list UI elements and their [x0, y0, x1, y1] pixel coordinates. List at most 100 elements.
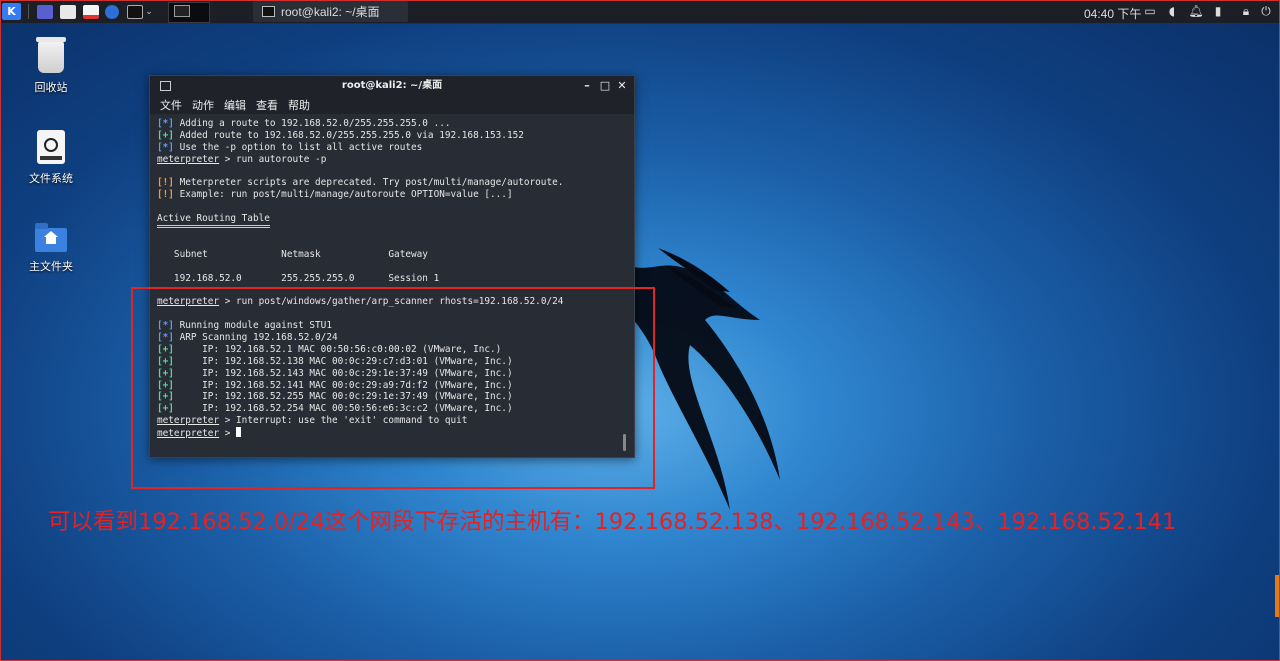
- terminal-launcher-icon[interactable]: [127, 3, 143, 20]
- desktop-icon-trash[interactable]: 回收站: [11, 37, 91, 95]
- terminal-titlebar[interactable]: root@kali2: ~/桌面 – □ ✕: [150, 76, 634, 96]
- line-text: ARP Scanning 192.168.52.0/24: [173, 332, 338, 344]
- desktop-icon-label: 主文件夹: [29, 260, 73, 273]
- terminal-line: [!] Example: run post/multi/manage/autor…: [157, 189, 634, 201]
- clock[interactable]: 04:40 下午: [1084, 5, 1141, 22]
- display-icon[interactable]: ▭: [1142, 3, 1158, 19]
- status-prefix: [+]: [157, 355, 174, 367]
- terminal-line: [+] Added route to 192.168.52.0/255.255.…: [157, 130, 634, 142]
- status-prefix: [+]: [157, 391, 174, 403]
- status-prefix: [!]: [157, 189, 174, 201]
- prompt: meterpreter: [157, 153, 220, 165]
- close-button[interactable]: ✕: [615, 76, 629, 96]
- terminal-scrollbar[interactable]: [623, 434, 626, 451]
- power-icon[interactable]: ⏻: [1258, 3, 1274, 19]
- desktop-icon-label: 回收站: [34, 81, 68, 94]
- web-browser-icon[interactable]: [105, 3, 119, 20]
- home-folder-icon: [35, 223, 67, 252]
- status-prefix: [*]: [157, 320, 174, 332]
- status-prefix: [*]: [157, 141, 174, 153]
- chevron-down-icon[interactable]: ⌄: [144, 3, 154, 20]
- menu-edit[interactable]: 编辑: [224, 97, 246, 113]
- line-text: > run autoroute -p: [219, 153, 327, 165]
- routing-table-heading: Active Routing Table: [157, 213, 270, 229]
- menu-action[interactable]: 动作: [192, 97, 214, 113]
- status-prefix: [*]: [157, 118, 174, 129]
- terminal-line: meterpreter > run autoroute -p: [157, 154, 634, 166]
- file-manager-icon[interactable]: [60, 3, 76, 20]
- terminal-line: Subnet Netmask Gateway: [157, 249, 634, 261]
- line-text: > Interrupt: use the 'exit' command to q…: [219, 415, 468, 427]
- taskbar: K ⌄ root@kali2: ~/桌面 04:40 下午 ▭ ◖ 🔔︎ ▮ 🔒…: [0, 0, 1280, 24]
- status-prefix: [+]: [157, 343, 174, 355]
- terminal-line: [+] IP: 192.168.52.1 MAC 00:50:56:c0:00:…: [157, 344, 634, 356]
- terminal-line: [+] IP: 192.168.52.254 MAC 00:50:56:e6:3…: [157, 403, 634, 415]
- lock-icon[interactable]: 🔒︎: [1238, 3, 1254, 19]
- line-text: IP: 192.168.52.143 MAC 00:0c:29:1e:37:49…: [173, 367, 513, 379]
- terminal-line: [+] IP: 192.168.52.138 MAC 00:0c:29:c7:d…: [157, 356, 634, 368]
- terminal-line: [+] IP: 192.168.52.255 MAC 00:0c:29:1e:3…: [157, 391, 634, 403]
- line-text: IP: 192.168.52.1 MAC 00:50:56:c0:00:02 (…: [173, 343, 502, 355]
- prompt: meterpreter: [157, 415, 220, 427]
- show-desktop-icon[interactable]: [37, 3, 53, 20]
- menu-help[interactable]: 帮助: [288, 97, 310, 113]
- minimize-button[interactable]: –: [580, 76, 594, 96]
- line-text: IP: 192.168.52.141 MAC 00:0c:29:a9:7d:f2…: [173, 379, 513, 391]
- menu-file[interactable]: 文件: [160, 97, 182, 113]
- status-prefix: [+]: [157, 379, 174, 391]
- terminal-line: meterpreter > Interrupt: use the 'exit' …: [157, 415, 634, 427]
- terminal-icon: [160, 81, 171, 91]
- taskbar-item-label: root@kali2: ~/桌面: [281, 5, 380, 19]
- line-text: IP: 192.168.52.138 MAC 00:0c:29:c7:d3:01…: [173, 355, 513, 367]
- prompt: meterpreter: [157, 296, 220, 308]
- edge-scroll-indicator: [1275, 575, 1280, 617]
- prompt: meterpreter: [157, 428, 220, 440]
- terminal-line: [*] Adding a route to 192.168.52.0/255.2…: [157, 118, 634, 130]
- status-prefix: [*]: [157, 332, 174, 344]
- line-text: IP: 192.168.52.255 MAC 00:0c:29:1e:37:49…: [173, 391, 513, 403]
- taskbar-separator: [28, 4, 29, 19]
- annotation-text: 可以看到192.168.52.0/24这个网段下存活的主机有：192.168.5…: [48, 509, 1177, 535]
- kali-menu-icon[interactable]: K: [2, 3, 21, 20]
- trash-icon: [36, 37, 66, 73]
- terminal-line: [+] IP: 192.168.52.143 MAC 00:0c:29:1e:3…: [157, 368, 634, 380]
- terminal-output[interactable]: [*] Adding a route to 192.168.52.0/255.2…: [150, 114, 634, 439]
- desktop-icon-label: 文件系统: [29, 172, 73, 185]
- terminal-line: [*] Use the -p option to list all active…: [157, 142, 634, 154]
- terminal-window[interactable]: root@kali2: ~/桌面 – □ ✕ 文件 动作 编辑 查看 帮助 [*…: [149, 75, 635, 458]
- text-editor-icon[interactable]: [83, 3, 99, 20]
- workspace-thumbnail: [174, 5, 190, 17]
- maximize-button[interactable]: □: [598, 76, 612, 96]
- terminal-line: meterpreter > run post/windows/gather/ar…: [157, 296, 634, 308]
- menu-view[interactable]: 查看: [256, 97, 278, 113]
- line-text: >: [219, 428, 237, 440]
- battery-icon[interactable]: ▮: [1210, 3, 1226, 19]
- terminal-line: [*] Running module against STU1: [157, 320, 634, 332]
- line-text: Subnet Netmask Gateway: [157, 248, 428, 260]
- terminal-line: 192.168.52.0 255.255.255.0 Session 1: [157, 273, 634, 285]
- desktop-icon-home[interactable]: 主文件夹: [11, 222, 91, 274]
- notification-bell-icon[interactable]: 🔔︎: [1188, 3, 1204, 19]
- line-text: Example: run post/multi/manage/autoroute…: [173, 189, 513, 201]
- status-prefix: [+]: [157, 367, 174, 379]
- line-text: > run post/windows/gather/arp_scanner rh…: [219, 296, 564, 308]
- status-prefix: [!]: [157, 177, 174, 189]
- terminal-line: Active Routing Table: [157, 213, 634, 229]
- text-cursor: [236, 427, 242, 438]
- volume-icon[interactable]: ◖: [1164, 3, 1180, 19]
- desktop-icon-filesystem[interactable]: 文件系统: [11, 130, 91, 186]
- terminal-line: [+] IP: 192.168.52.141 MAC 00:0c:29:a9:7…: [157, 380, 634, 392]
- line-text: IP: 192.168.52.254 MAC 00:50:56:e6:3c:c2…: [173, 403, 513, 415]
- drive-icon: [37, 130, 65, 164]
- workspace-switcher[interactable]: [168, 2, 210, 23]
- line-text: Meterpreter scripts are deprecated. Try …: [173, 177, 564, 189]
- taskbar-item-terminal[interactable]: root@kali2: ~/桌面: [253, 1, 408, 22]
- terminal-line: meterpreter >: [157, 427, 634, 439]
- terminal-line: [*] ARP Scanning 192.168.52.0/24: [157, 332, 634, 344]
- line-text: Running module against STU1: [173, 320, 332, 332]
